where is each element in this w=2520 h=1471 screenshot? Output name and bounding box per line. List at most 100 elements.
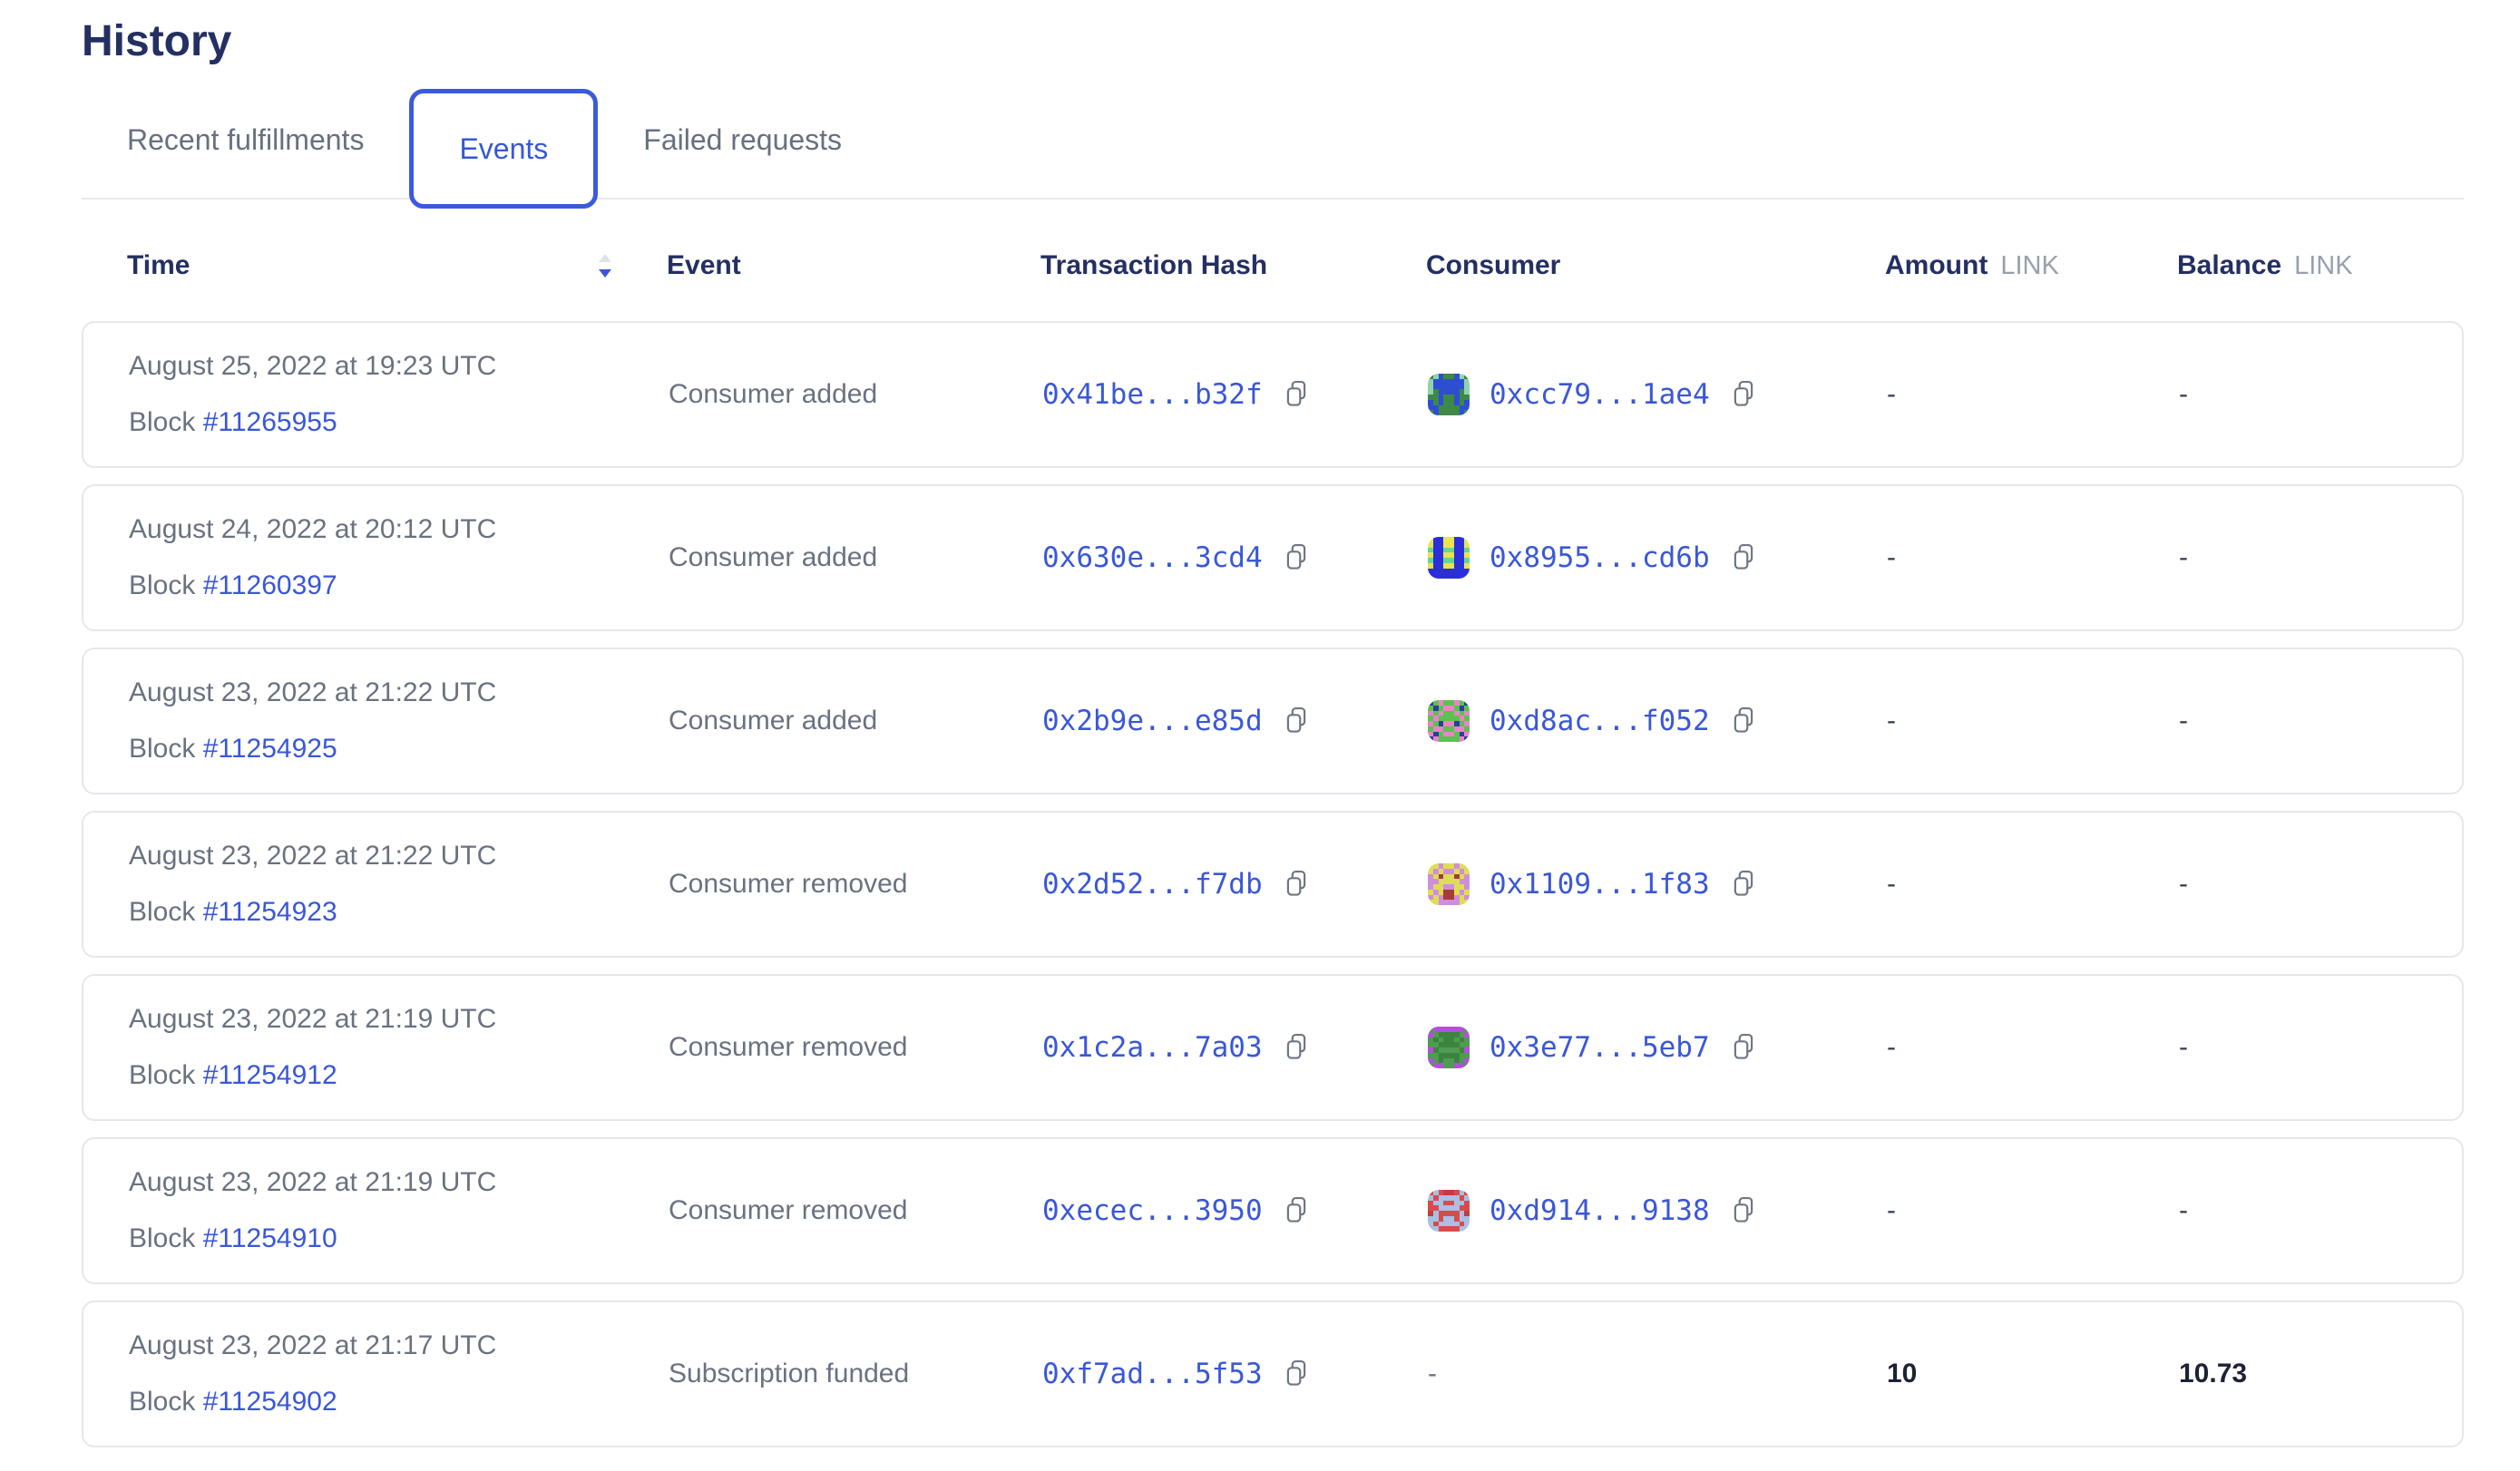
time-cell: August 23, 2022 at 21:19 UTC Block #1125… (129, 1166, 669, 1255)
table-header: Time Event Transaction Hash Consumer Amo… (127, 200, 2464, 321)
transaction-hash-link[interactable]: 0xf7ad...5f53 (1042, 1358, 1263, 1390)
row-date: August 25, 2022 at 19:23 UTC (129, 350, 669, 383)
column-header-amount: Amount LINK (1885, 250, 2177, 281)
copy-icon[interactable] (1283, 542, 1310, 573)
tab-failed-requests[interactable]: Failed requests (598, 123, 887, 157)
table-row: August 23, 2022 at 21:17 UTC Block #1125… (82, 1301, 2464, 1447)
consumer-address-link[interactable]: 0x1109...1f83 (1490, 868, 1710, 901)
consumer-cell: - (1428, 1359, 1887, 1389)
tab-recent-fulfillments[interactable]: Recent fulfillments (82, 123, 409, 157)
consumer-cell: 0xd8ac...f052 (1428, 700, 1887, 742)
table-row: August 24, 2022 at 20:12 UTC Block #1126… (82, 484, 2464, 631)
row-event: Consumer removed (669, 1032, 1042, 1063)
row-date: August 23, 2022 at 21:19 UTC (129, 1003, 669, 1036)
row-event: Consumer removed (669, 1195, 1042, 1226)
consumer-cell: 0xd914...9138 (1428, 1190, 1887, 1232)
transaction-hash-cell: 0x1c2a...7a03 (1042, 1031, 1428, 1064)
row-event: Subscription funded (669, 1359, 1042, 1389)
copy-icon[interactable] (1730, 1195, 1757, 1226)
copy-icon[interactable] (1730, 706, 1757, 736)
row-date: August 24, 2022 at 20:12 UTC (129, 513, 669, 546)
consumer-address-link[interactable]: 0x3e77...5eb7 (1490, 1031, 1710, 1064)
block-number-link[interactable]: #11254923 (203, 897, 337, 927)
row-date: August 23, 2022 at 21:22 UTC (129, 840, 669, 872)
copy-icon[interactable] (1730, 869, 1757, 900)
block-number-link[interactable]: #11254925 (203, 734, 337, 764)
transaction-hash-cell: 0x2d52...f7db (1042, 868, 1428, 901)
copy-icon[interactable] (1283, 379, 1310, 410)
consumer-avatar-icon (1428, 1190, 1470, 1232)
column-header-event: Event (667, 250, 1040, 281)
copy-icon[interactable] (1730, 542, 1757, 573)
block-number-link[interactable]: #11254902 (203, 1387, 337, 1417)
transaction-hash-link[interactable]: 0x41be...b32f (1042, 378, 1263, 411)
transaction-hash-link[interactable]: 0x630e...3cd4 (1042, 541, 1263, 574)
transaction-hash-cell: 0xecec...3950 (1042, 1194, 1428, 1227)
row-amount: - (1887, 379, 2179, 410)
amount-unit-label: LINK (2000, 251, 2058, 280)
row-amount: - (1887, 1195, 2179, 1226)
copy-icon[interactable] (1283, 869, 1310, 900)
row-date: August 23, 2022 at 21:19 UTC (129, 1166, 669, 1199)
consumer-avatar-icon (1428, 1027, 1470, 1068)
row-amount: 10 (1887, 1359, 2179, 1389)
transaction-hash-link[interactable]: 0x2b9e...e85d (1042, 705, 1263, 737)
consumer-cell: 0x3e77...5eb7 (1428, 1027, 1887, 1068)
block-label: Block (129, 570, 203, 600)
consumer-address-link[interactable]: 0xd914...9138 (1490, 1194, 1710, 1227)
row-balance: - (2179, 542, 2462, 573)
row-event: Consumer added (669, 379, 1042, 410)
row-balance: 10.73 (2179, 1359, 2462, 1389)
transaction-hash-cell: 0x2b9e...e85d (1042, 705, 1428, 737)
tab-events[interactable]: Events (409, 89, 598, 209)
row-amount: - (1887, 542, 2179, 573)
time-cell: August 25, 2022 at 19:23 UTC Block #1126… (129, 350, 669, 439)
table-row: August 23, 2022 at 21:19 UTC Block #1125… (82, 1137, 2464, 1284)
transaction-hash-link[interactable]: 0x2d52...f7db (1042, 868, 1263, 901)
row-balance: - (2179, 869, 2462, 900)
transaction-hash-link[interactable]: 0xecec...3950 (1042, 1194, 1263, 1227)
transaction-hash-link[interactable]: 0x1c2a...7a03 (1042, 1031, 1263, 1064)
consumer-avatar-icon (1428, 863, 1470, 905)
block-number-link[interactable]: #11265955 (203, 407, 337, 437)
page-title: History (82, 20, 2520, 63)
block-number-link[interactable]: #11254912 (203, 1060, 337, 1090)
row-balance: - (2179, 1195, 2462, 1226)
consumer-address-link[interactable]: 0x8955...cd6b (1490, 541, 1710, 574)
block-number-link[interactable]: #11254910 (203, 1223, 337, 1253)
copy-icon[interactable] (1283, 706, 1310, 736)
time-cell: August 23, 2022 at 21:22 UTC Block #1125… (129, 677, 669, 765)
balance-unit-label: LINK (2294, 251, 2352, 280)
consumer-address-link[interactable]: 0xd8ac...f052 (1490, 705, 1710, 737)
table-row: August 23, 2022 at 21:19 UTC Block #1125… (82, 974, 2464, 1121)
column-header-time[interactable]: Time (127, 250, 667, 281)
row-balance: - (2179, 706, 2462, 736)
consumer-cell: 0x1109...1f83 (1428, 863, 1887, 905)
consumer-cell: 0xcc79...1ae4 (1428, 374, 1887, 415)
consumer-address-link[interactable]: 0xcc79...1ae4 (1490, 378, 1710, 411)
block-label: Block (129, 734, 203, 764)
copy-icon[interactable] (1283, 1032, 1310, 1063)
row-amount: - (1887, 706, 2179, 736)
row-balance: - (2179, 1032, 2462, 1063)
block-number-link[interactable]: #11260397 (203, 570, 337, 600)
block-label: Block (129, 407, 203, 437)
block-label: Block (129, 1387, 203, 1417)
balance-column-label: Balance (2177, 250, 2281, 280)
consumer-empty-value: - (1428, 1359, 1437, 1389)
consumer-cell: 0x8955...cd6b (1428, 537, 1887, 579)
copy-icon[interactable] (1730, 1032, 1757, 1063)
time-cell: August 23, 2022 at 21:17 UTC Block #1125… (129, 1330, 669, 1418)
table-row: August 23, 2022 at 21:22 UTC Block #1125… (82, 811, 2464, 958)
row-date: August 23, 2022 at 21:22 UTC (129, 677, 669, 709)
block-label: Block (129, 897, 203, 927)
history-table-rows: August 25, 2022 at 19:23 UTC Block #1126… (0, 321, 2520, 1447)
copy-icon[interactable] (1730, 379, 1757, 410)
copy-icon[interactable] (1283, 1195, 1310, 1226)
amount-column-label: Amount (1885, 250, 1988, 280)
copy-icon[interactable] (1283, 1359, 1310, 1389)
row-amount: - (1887, 869, 2179, 900)
column-header-transaction-hash: Transaction Hash (1040, 250, 1426, 281)
time-cell: August 23, 2022 at 21:22 UTC Block #1125… (129, 840, 669, 929)
transaction-hash-cell: 0x41be...b32f (1042, 378, 1428, 411)
